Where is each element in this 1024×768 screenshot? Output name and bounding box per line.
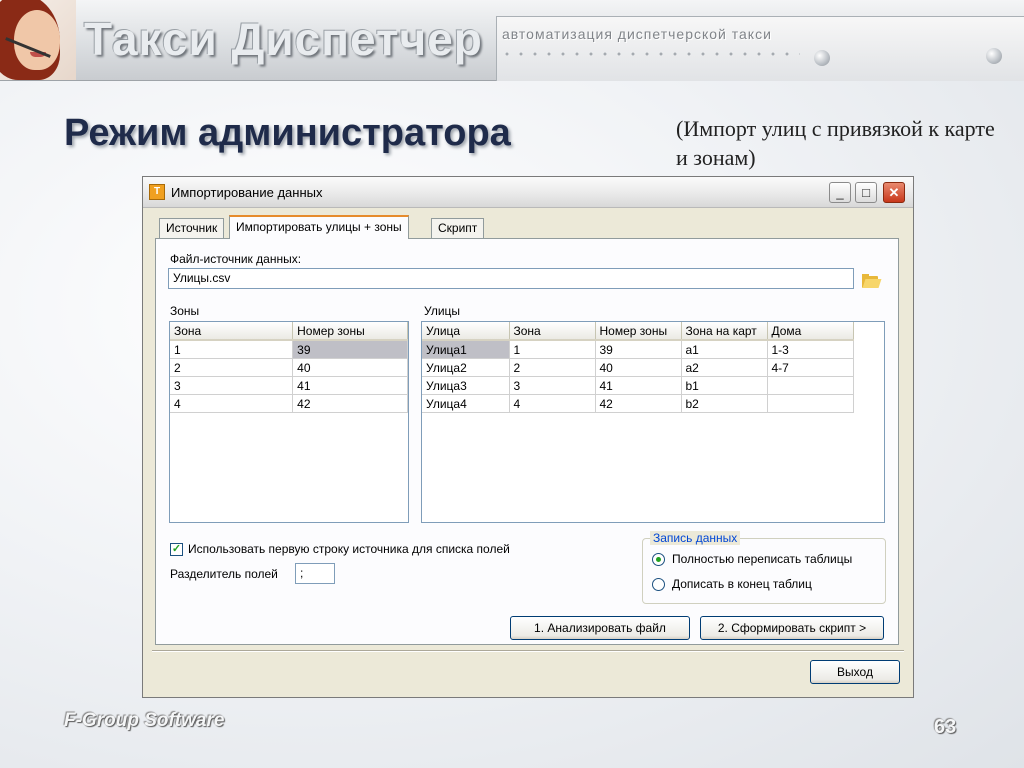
table-cell[interactable]: 40 xyxy=(595,358,682,377)
streets-col-houses[interactable]: Дома xyxy=(767,322,854,341)
maximize-button[interactable]: □ xyxy=(855,182,877,203)
decorative-orb xyxy=(986,48,1002,64)
slide-note: (Импорт улиц с привязкой к карте и зонам… xyxy=(676,116,995,170)
table-cell[interactable]: 40 xyxy=(292,358,408,377)
table-row[interactable]: Улица3 3 41 b1 xyxy=(422,376,854,395)
tab-source[interactable]: Источник xyxy=(159,218,225,238)
table-cell[interactable]: Улица2 xyxy=(422,358,510,377)
title-bar[interactable]: T Импортирование данных _ □ ✕ xyxy=(143,177,913,208)
table-cell[interactable]: 3 xyxy=(509,376,596,395)
zones-col-zone-number[interactable]: Номер зоны xyxy=(292,322,408,341)
first-row-checkbox-label[interactable]: Использовать первую строку источника для… xyxy=(188,542,510,556)
banner-title: Такси Диспетчер xyxy=(84,13,483,65)
streets-col-zone-number[interactable]: Номер зоны xyxy=(595,322,682,341)
slide-title: Режим администратора xyxy=(64,112,511,154)
operator-photo xyxy=(0,0,76,80)
table-row[interactable]: 2 40 xyxy=(170,358,408,377)
window-title: Импортирование данных xyxy=(171,185,323,200)
table-row[interactable]: 4 42 xyxy=(170,394,408,413)
zones-table: Зона Номер зоны 1 39 2 40 3 41 4 42 xyxy=(170,322,408,413)
tab-script[interactable]: Скрипт xyxy=(431,218,485,238)
table-cell[interactable]: 42 xyxy=(292,394,408,413)
table-cell-selected[interactable]: 39 xyxy=(292,340,408,359)
generate-script-button[interactable]: 2. Сформировать скрипт > xyxy=(700,616,884,640)
app-icon: T xyxy=(149,184,165,200)
tab-import-streets-zones[interactable]: Импортировать улицы + зоны xyxy=(229,215,409,239)
close-icon: ✕ xyxy=(888,185,900,200)
source-file-label: Файл-источник данных: xyxy=(170,252,302,266)
slide-banner: Такси Диспетчер автоматизация диспетчерс… xyxy=(0,0,1024,81)
table-cell-selected[interactable]: Улица1 xyxy=(422,340,510,359)
table-cell[interactable]: 42 xyxy=(595,394,682,413)
minimize-button[interactable]: _ xyxy=(829,182,851,203)
table-cell[interactable]: 4-7 xyxy=(767,358,854,377)
table-cell[interactable]: 1 xyxy=(170,340,294,359)
decorative-dots xyxy=(500,50,800,58)
table-cell[interactable]: 1-3 xyxy=(767,340,854,359)
table-cell[interactable]: b1 xyxy=(681,376,768,395)
append-radio[interactable] xyxy=(652,578,665,591)
table-cell[interactable]: 4 xyxy=(509,394,596,413)
maximize-icon: □ xyxy=(862,185,870,200)
banner-subtitle: автоматизация диспетчерской такси xyxy=(502,26,772,42)
source-file-input[interactable]: Улицы.csv xyxy=(168,268,854,289)
table-cell[interactable]: 41 xyxy=(595,376,682,395)
overwrite-radio[interactable] xyxy=(652,553,665,566)
open-folder-icon[interactable] xyxy=(862,274,882,288)
zones-col-zone[interactable]: Зона xyxy=(170,322,294,341)
table-cell[interactable] xyxy=(767,394,854,413)
table-cell[interactable]: a2 xyxy=(681,358,768,377)
append-radio-label[interactable]: Дописать в конец таблиц xyxy=(672,577,812,591)
table-row[interactable]: Улица2 2 40 a2 4-7 xyxy=(422,358,854,377)
separator-label: Разделитель полей xyxy=(170,567,278,581)
streets-grid[interactable]: Улица Зона Номер зоны Зона на карт Дома … xyxy=(421,321,885,523)
streets-col-zone[interactable]: Зона xyxy=(509,322,596,341)
page-number: 63 xyxy=(934,716,957,738)
streets-table: Улица Зона Номер зоны Зона на карт Дома … xyxy=(422,322,854,413)
overwrite-radio-label[interactable]: Полностью переписать таблицы xyxy=(672,552,852,566)
table-row[interactable]: Улица4 4 42 b2 xyxy=(422,394,854,413)
streets-col-street[interactable]: Улица xyxy=(422,322,510,341)
write-data-caption: Запись данных xyxy=(650,531,741,545)
zones-label: Зоны xyxy=(170,304,200,318)
decorative-orb xyxy=(814,50,830,66)
table-cell[interactable]: a1 xyxy=(681,340,768,359)
table-cell[interactable]: Улица3 xyxy=(422,376,510,395)
close-button[interactable]: ✕ xyxy=(883,182,905,203)
analyze-file-button[interactable]: 1. Анализировать файл xyxy=(510,616,690,640)
table-cell[interactable]: 41 xyxy=(292,376,408,395)
table-row[interactable]: 1 39 xyxy=(170,340,408,359)
table-cell[interactable]: b2 xyxy=(681,394,768,413)
table-cell[interactable]: 4 xyxy=(170,394,294,413)
exit-button[interactable]: Выход xyxy=(810,660,900,684)
streets-label: Улицы xyxy=(424,304,461,318)
table-row[interactable]: Улица1 1 39 a1 1-3 xyxy=(422,340,854,359)
table-cell[interactable]: 39 xyxy=(595,340,682,359)
checkmark-icon: ✓ xyxy=(171,543,182,555)
table-cell[interactable]: Улица4 xyxy=(422,394,510,413)
minimize-icon: _ xyxy=(836,185,844,200)
footer-separator xyxy=(152,650,904,652)
zones-grid[interactable]: Зона Номер зоны 1 39 2 40 3 41 4 42 xyxy=(169,321,409,523)
table-cell[interactable]: 2 xyxy=(170,358,294,377)
write-data-group xyxy=(642,538,886,604)
first-row-checkbox[interactable]: ✓ xyxy=(170,543,183,556)
table-cell[interactable]: 3 xyxy=(170,376,294,395)
footer-brand: F-Group Software xyxy=(64,710,225,731)
table-row[interactable]: 3 41 xyxy=(170,376,408,395)
table-cell[interactable]: 1 xyxy=(509,340,596,359)
separator-input[interactable]: ; xyxy=(295,563,335,584)
table-cell[interactable]: 2 xyxy=(509,358,596,377)
streets-col-map-zone[interactable]: Зона на карт xyxy=(681,322,768,341)
table-cell[interactable] xyxy=(767,376,854,395)
